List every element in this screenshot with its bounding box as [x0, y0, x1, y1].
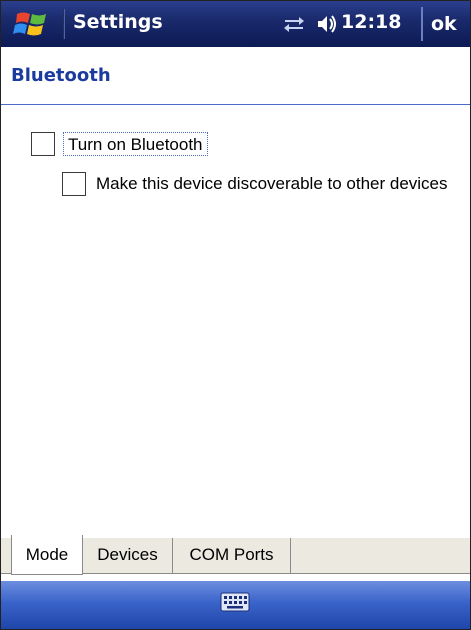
tab-strip-fill — [291, 538, 470, 574]
clock[interactable]: 12:18 — [341, 11, 401, 33]
page-title: Bluetooth — [11, 65, 111, 86]
tab-strip-left — [1, 538, 11, 574]
discoverable-checkbox[interactable] — [62, 172, 86, 196]
app-title[interactable]: Settings — [73, 11, 163, 33]
connectivity-icon[interactable] — [282, 13, 306, 35]
tab-com-ports[interactable]: COM Ports — [173, 538, 291, 574]
turn-on-bluetooth-label[interactable]: Turn on Bluetooth — [63, 132, 208, 156]
title-bar: Settings 12:18 ok — [1, 1, 470, 47]
speaker-icon[interactable] — [316, 13, 338, 35]
turn-on-bluetooth-checkbox[interactable] — [31, 132, 55, 156]
ok-button[interactable]: ok — [421, 7, 470, 41]
title-separator — [63, 9, 65, 39]
windows-start-icon[interactable] — [13, 8, 53, 40]
keyboard-icon[interactable] — [220, 591, 250, 613]
device-screen: Settings 12:18 ok Bluetooth Turn on Blue… — [0, 0, 471, 630]
tab-devices[interactable]: Devices — [83, 538, 173, 574]
discoverable-label[interactable]: Make this device discoverable to other d… — [96, 172, 464, 196]
header-divider — [1, 104, 470, 105]
tab-mode[interactable]: Mode — [11, 535, 83, 575]
